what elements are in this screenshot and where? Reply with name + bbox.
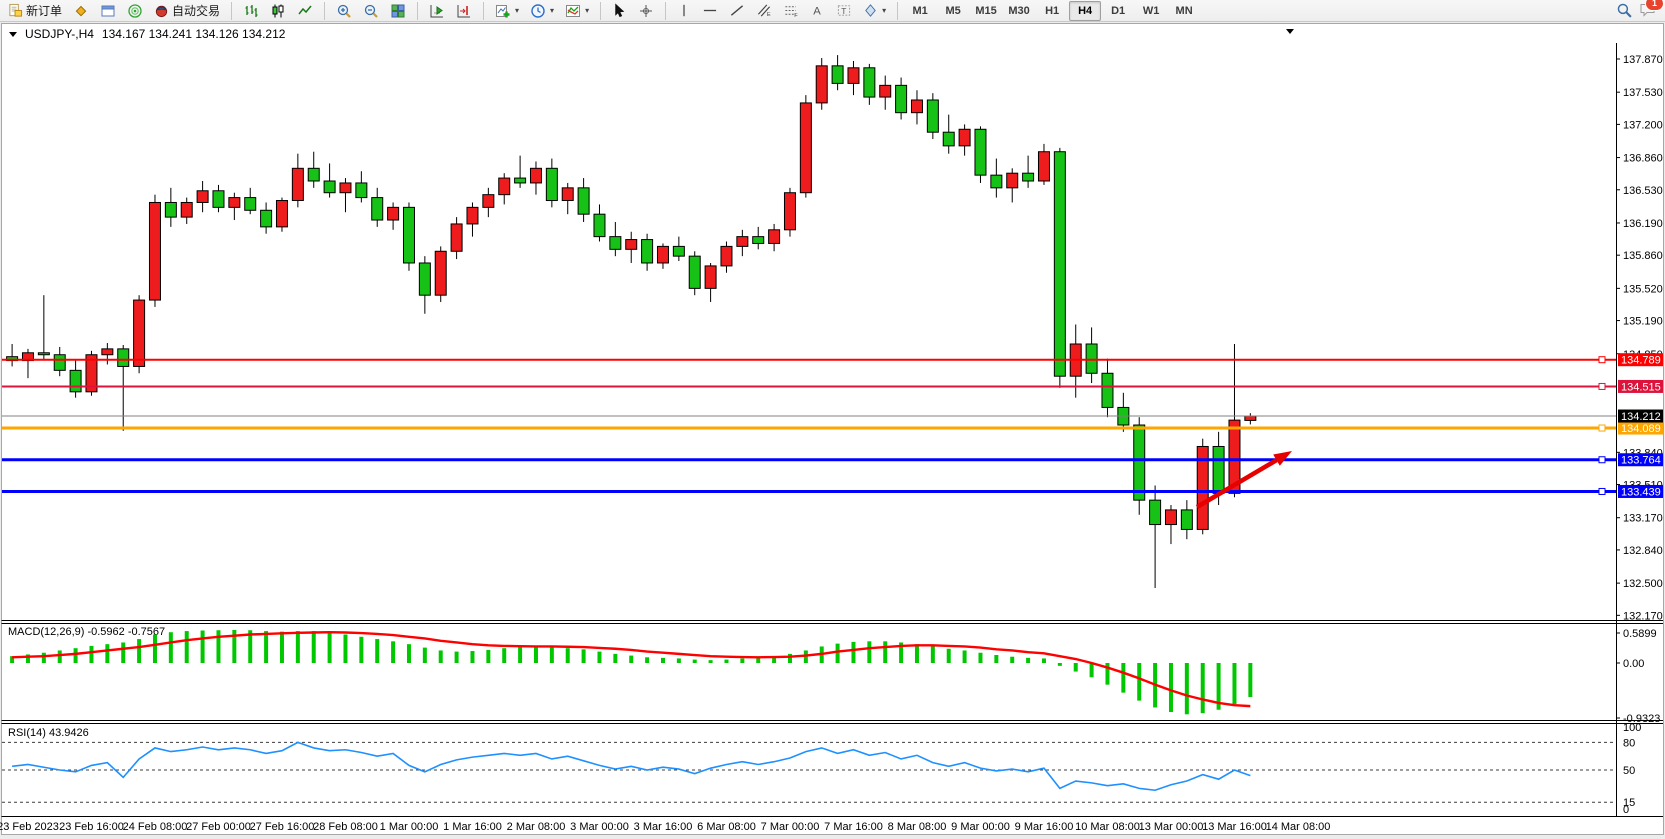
horizontal-price-lines[interactable]: [2, 357, 1616, 495]
price-axis: 137.870 137.530 137.200 136.860 136.530 136.1…: [1616, 43, 1663, 816]
svg-text:0: 0: [1623, 804, 1629, 816]
hline-handle[interactable]: [1599, 488, 1605, 494]
svg-text:28 Feb 08:00: 28 Feb 08:00: [313, 821, 378, 833]
svg-text:8 Mar 08:00: 8 Mar 08:00: [888, 821, 947, 833]
svg-text:137.530: 137.530: [1623, 87, 1663, 99]
svg-text:137.870: 137.870: [1623, 54, 1663, 66]
macd-panel: 0.58990.00-0.9323: [10, 628, 1660, 725]
chart-canvas[interactable]: 137.870 137.530 137.200 136.860 136.530 136.1…: [0, 0, 1665, 839]
svg-text:133.439: 133.439: [1621, 486, 1661, 498]
svg-text:134.515: 134.515: [1621, 381, 1661, 393]
svg-text:133.170: 133.170: [1623, 513, 1663, 525]
svg-text:0.00: 0.00: [1623, 658, 1644, 670]
svg-text:13 Mar 00:00: 13 Mar 00:00: [1139, 821, 1204, 833]
svg-text:9 Mar 16:00: 9 Mar 16:00: [1015, 821, 1074, 833]
svg-text:7 Mar 00:00: 7 Mar 00:00: [761, 821, 820, 833]
svg-text:136.860: 136.860: [1623, 153, 1663, 165]
rsi-panel: 1008050150: [2, 722, 1641, 816]
svg-text:24 Feb 08:00: 24 Feb 08:00: [123, 821, 188, 833]
hline-handle[interactable]: [1599, 357, 1605, 363]
svg-text:137.200: 137.200: [1623, 119, 1663, 131]
hline-handle[interactable]: [1599, 383, 1605, 389]
svg-text:6 Mar 08:00: 6 Mar 08:00: [697, 821, 756, 833]
window-resize-strip: [0, 835, 1665, 839]
svg-text:134.789: 134.789: [1621, 355, 1661, 367]
svg-text:133.764: 133.764: [1621, 455, 1661, 467]
svg-text:3 Mar 00:00: 3 Mar 00:00: [570, 821, 629, 833]
svg-text:135.860: 135.860: [1623, 250, 1663, 262]
hline-handle[interactable]: [1599, 425, 1605, 431]
svg-text:135.190: 135.190: [1623, 316, 1663, 328]
svg-text:136.530: 136.530: [1623, 185, 1663, 197]
svg-text:7 Mar 16:00: 7 Mar 16:00: [824, 821, 883, 833]
svg-text:13 Mar 16:00: 13 Mar 16:00: [1202, 821, 1267, 833]
svg-text:23 Feb 2023: 23 Feb 2023: [0, 821, 59, 833]
svg-text:27 Feb 00:00: 27 Feb 00:00: [186, 821, 251, 833]
svg-text:0.5899: 0.5899: [1623, 628, 1657, 640]
svg-text:135.520: 135.520: [1623, 283, 1663, 295]
svg-text:9 Mar 00:00: 9 Mar 00:00: [951, 821, 1010, 833]
candles-layer: [7, 55, 1256, 588]
svg-text:134.212: 134.212: [1621, 411, 1661, 423]
svg-text:132.500: 132.500: [1623, 578, 1663, 590]
svg-text:80: 80: [1623, 737, 1635, 749]
svg-text:132.840: 132.840: [1623, 545, 1663, 557]
mt4-terminal: { "toolbar": { "new_order_label": "新订单",…: [0, 0, 1665, 839]
svg-text:1 Mar 16:00: 1 Mar 16:00: [443, 821, 502, 833]
svg-text:2 Mar 08:00: 2 Mar 08:00: [507, 821, 566, 833]
svg-text:50: 50: [1623, 765, 1635, 777]
svg-text:23 Feb 16:00: 23 Feb 16:00: [59, 821, 124, 833]
svg-text:100: 100: [1623, 722, 1641, 734]
svg-text:27 Feb 16:00: 27 Feb 16:00: [250, 821, 315, 833]
svg-text:136.190: 136.190: [1623, 218, 1663, 230]
svg-text:3 Mar 16:00: 3 Mar 16:00: [634, 821, 693, 833]
svg-text:1 Mar 00:00: 1 Mar 00:00: [380, 821, 439, 833]
svg-text:14 Mar 08:00: 14 Mar 08:00: [1266, 821, 1331, 833]
svg-text:10 Mar 08:00: 10 Mar 08:00: [1075, 821, 1140, 833]
hline-handle[interactable]: [1599, 457, 1605, 463]
time-axis[interactable]: 23 Feb 202323 Feb 16:0024 Feb 08:0027 Fe…: [0, 821, 1330, 833]
svg-text:134.089: 134.089: [1621, 423, 1661, 435]
